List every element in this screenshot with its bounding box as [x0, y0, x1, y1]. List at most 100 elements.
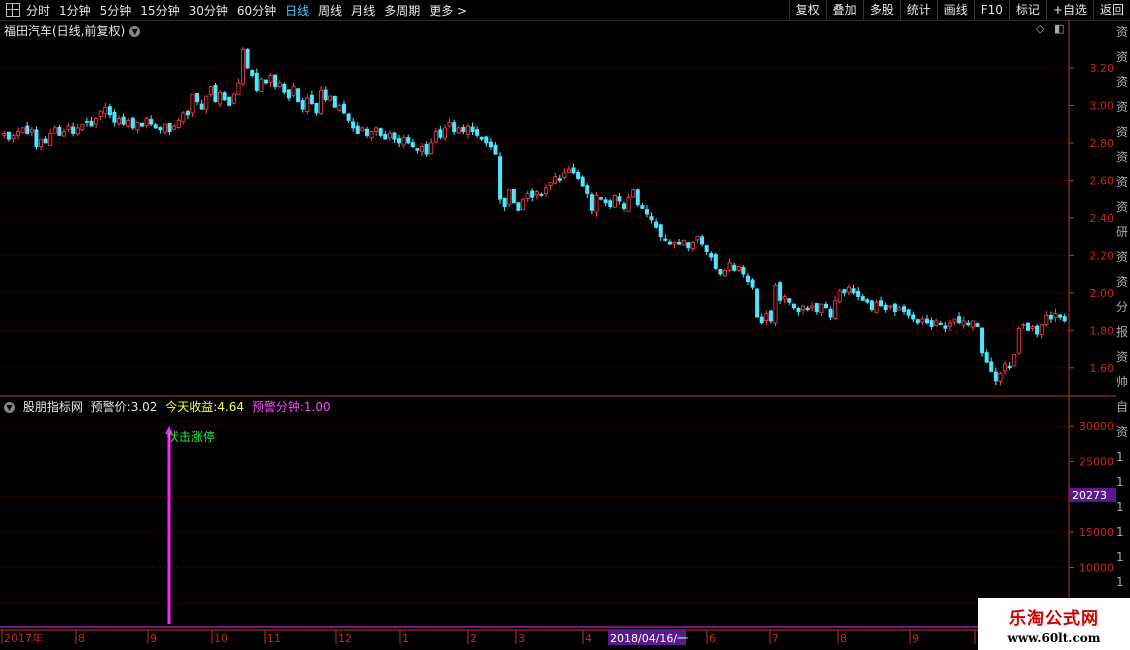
candle-body	[869, 300, 874, 311]
candle-body	[103, 106, 108, 115]
candle-body	[98, 110, 103, 117]
candle-body	[635, 189, 640, 206]
candle-body	[2, 133, 7, 136]
side-panel-item[interactable]: 分	[1116, 295, 1130, 320]
side-panel-item[interactable]: 资	[1116, 70, 1130, 95]
side-panel-item[interactable]: 1	[1116, 570, 1130, 595]
candle-body	[433, 131, 438, 143]
candle-body	[360, 127, 365, 132]
candle-body	[140, 122, 145, 127]
candle-body	[576, 171, 581, 179]
candle-body	[452, 122, 457, 133]
side-panel-item[interactable]: 资	[1116, 120, 1130, 145]
side-panel-item[interactable]: 1	[1116, 470, 1130, 495]
candle-body	[677, 241, 682, 245]
candle-body	[525, 193, 530, 199]
side-panel-item[interactable]: 1	[1116, 520, 1130, 545]
main-grid	[0, 67, 1069, 369]
candle-body	[319, 90, 324, 114]
candle-body	[654, 221, 659, 228]
candle-body	[511, 188, 516, 204]
candle-body	[1058, 314, 1063, 318]
candle-body	[144, 118, 149, 127]
candle-body	[663, 238, 668, 241]
candle-body	[1030, 326, 1035, 329]
side-panel-item[interactable]: 资	[1116, 20, 1130, 45]
candle-body	[341, 103, 347, 114]
side-panel-item[interactable]: 资	[1116, 345, 1130, 370]
side-panel-item[interactable]: 报	[1116, 320, 1130, 345]
price-tick-label: 2.00	[1090, 287, 1115, 300]
candle-body	[924, 318, 929, 324]
side-panel-item[interactable]: 1	[1116, 495, 1130, 520]
candle-body	[860, 296, 865, 301]
indicator-tick-label: 10000	[1079, 561, 1114, 574]
candle-body	[1048, 314, 1053, 320]
candle-body	[736, 266, 741, 271]
price-chart[interactable]: 1.601.802.002.202.402.602.803.003.20 500…	[0, 0, 1116, 650]
side-panel-item[interactable]: 资	[1116, 245, 1130, 270]
candle-body	[484, 136, 489, 144]
price-tick-label: 3.00	[1090, 99, 1115, 112]
date-label: 8	[78, 632, 85, 645]
side-panel-item[interactable]: 资	[1116, 145, 1130, 170]
candle-body	[268, 75, 273, 83]
candle-body	[254, 72, 259, 91]
candle-body	[135, 121, 140, 131]
side-panel-item[interactable]: 1	[1116, 545, 1130, 570]
candle-body	[626, 196, 631, 212]
candle-body	[80, 123, 85, 130]
side-panel-item[interactable]: 资	[1116, 45, 1130, 70]
date-label: 11	[267, 632, 281, 645]
candle-body	[897, 307, 902, 311]
candle-body	[364, 128, 369, 136]
candle-body	[732, 264, 737, 271]
candle-body	[498, 156, 503, 200]
candle-body	[727, 262, 732, 271]
side-panel-item[interactable]: 帅	[1116, 370, 1130, 395]
candle-body	[842, 289, 847, 294]
candle-body	[557, 178, 562, 181]
candle-body	[644, 209, 649, 215]
date-label: 3	[518, 632, 525, 645]
candle-body	[539, 193, 544, 196]
candle-body	[25, 125, 30, 134]
side-panel-item[interactable]: 资	[1116, 195, 1130, 220]
date-label: 12	[338, 632, 352, 645]
candle-body	[162, 123, 167, 133]
candle-body	[84, 121, 89, 123]
candle-body	[250, 69, 255, 76]
side-panel-item[interactable]: 自	[1116, 395, 1130, 420]
candle-body	[277, 82, 282, 88]
price-tick-label: 1.60	[1090, 362, 1115, 375]
candle-body	[57, 126, 62, 136]
candle-body	[952, 318, 957, 323]
candle-body	[465, 125, 470, 135]
side-panel-item[interactable]: 资	[1116, 170, 1130, 195]
candle-body	[1021, 324, 1026, 327]
candle-body	[993, 371, 998, 382]
side-panel-item[interactable]: 1	[1116, 445, 1130, 470]
side-panel-item[interactable]: 资	[1116, 95, 1130, 120]
candle-body	[902, 306, 907, 312]
candle-body	[167, 123, 172, 133]
side-panel-item[interactable]: 资	[1116, 270, 1130, 295]
candle-body	[892, 303, 897, 312]
candle-body	[149, 118, 154, 125]
candle-body	[631, 189, 636, 198]
candle-body	[190, 93, 195, 114]
side-panel-item[interactable]: 资	[1116, 420, 1130, 445]
candle-body	[667, 241, 672, 245]
candle-body	[934, 320, 939, 326]
candle-body	[755, 288, 760, 318]
candle-body	[1012, 354, 1017, 367]
candle-body	[305, 97, 310, 112]
candle-body	[240, 48, 246, 85]
candle-body	[94, 118, 99, 125]
candle-body	[43, 138, 48, 144]
candle-body	[6, 131, 11, 140]
side-info-panel[interactable]: 资资资资资资资资研资资分报资帅自资1111111	[1116, 20, 1130, 630]
candle-body	[374, 127, 379, 132]
candle-body	[516, 202, 521, 211]
side-panel-item[interactable]: 研	[1116, 220, 1130, 245]
